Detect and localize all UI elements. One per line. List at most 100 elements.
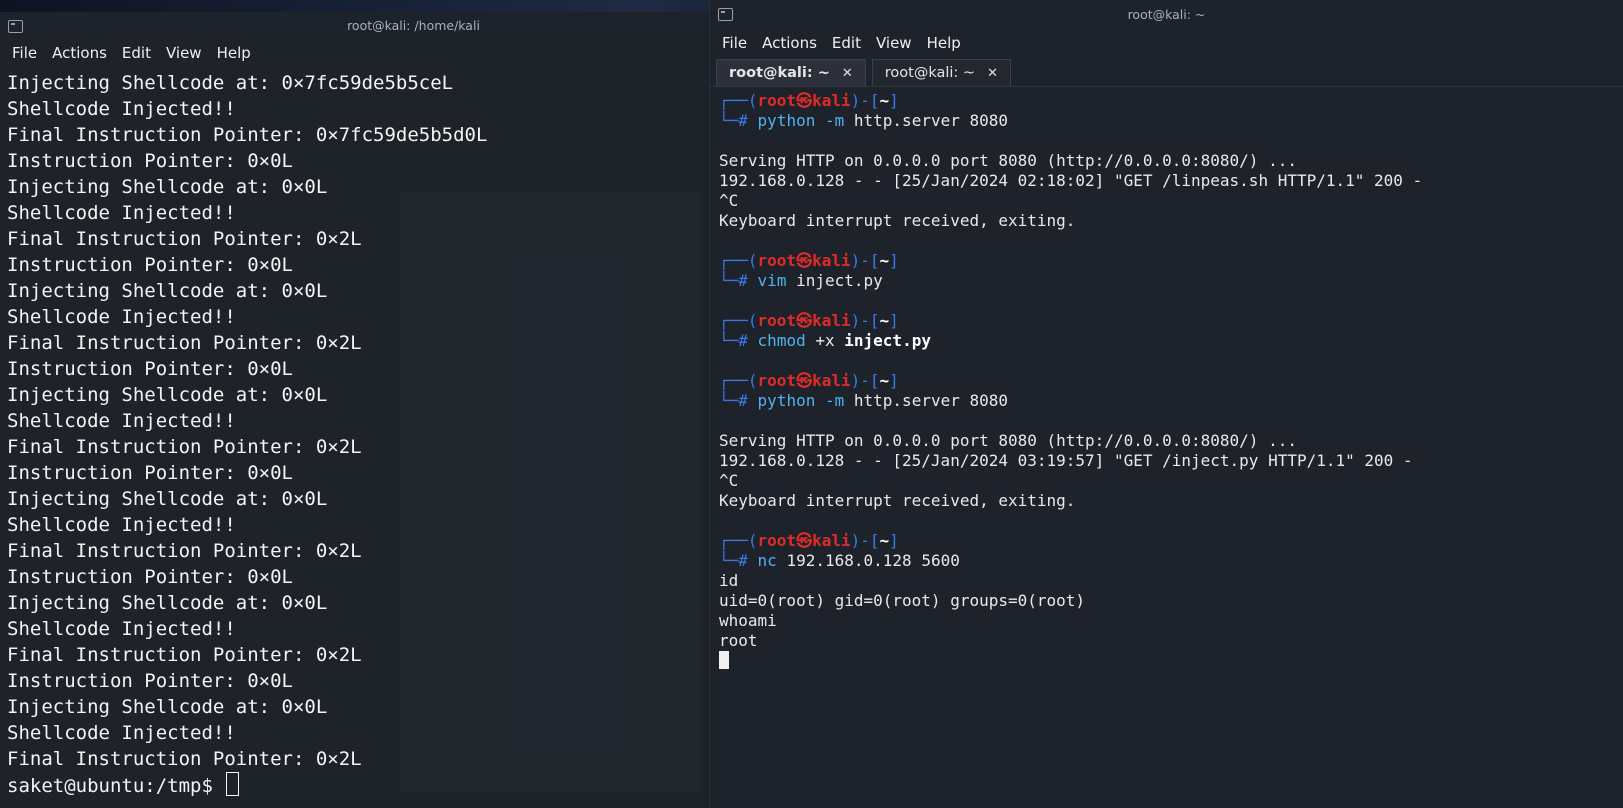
command-args: +x xyxy=(815,331,835,350)
prompt-user: root xyxy=(757,91,797,110)
prompt-corner: └─ xyxy=(719,111,739,130)
prompt-bracket: ] xyxy=(889,371,899,390)
close-icon[interactable]: ✕ xyxy=(987,66,998,81)
prompt-dir: ~ xyxy=(879,311,890,330)
output-line: Keyboard interrupt received, exiting. xyxy=(719,211,1076,230)
shell-prompt: saket@ubuntu:/tmp$ xyxy=(7,775,225,797)
command-flag: -m xyxy=(824,111,845,130)
menu-edit[interactable]: Edit xyxy=(116,44,160,62)
tab-2[interactable]: root@kali: ~ ✕ xyxy=(871,59,1011,86)
right-terminal-output[interactable]: ┌──(root㉿kali)-[~] └─# python -m http.ser… xyxy=(710,87,1623,671)
prompt-line: ┌──(root㉿kali)-[~] xyxy=(719,531,1623,551)
output-line: Serving HTTP on 0.0.0.0 port 8080 (http:… xyxy=(719,431,1297,450)
right-terminal-window[interactable]: root@kali: ~ File Actions Edit View Help… xyxy=(709,0,1623,808)
prompt-at: ㉿ xyxy=(796,251,813,270)
menu-help[interactable]: Help xyxy=(211,44,260,62)
prompt-dir: ~ xyxy=(879,371,890,390)
menu-edit[interactable]: Edit xyxy=(826,34,870,52)
tab-1[interactable]: root@kali: ~ ✕ xyxy=(716,59,866,86)
left-window-title: root@kali: /home/kali xyxy=(347,18,480,33)
command-args: inject.py xyxy=(796,271,883,290)
output-line: 192.168.0.128 - - [25/Jan/2024 02:18:02]… xyxy=(719,171,1423,190)
command-line: └─# chmod +x inject.py xyxy=(719,331,1623,351)
prompt-corner: └─ xyxy=(719,551,739,570)
prompt-bracket: )-[ xyxy=(850,371,880,390)
prompt-corner: └─ xyxy=(719,391,739,410)
command-arg-file: inject.py xyxy=(844,331,931,350)
output-line: whoami xyxy=(719,611,777,630)
prompt-hash: # xyxy=(738,331,748,350)
prompt-bracket: ] xyxy=(889,251,899,270)
output-line: uid=0(root) gid=0(root) groups=0(root) xyxy=(719,591,1086,610)
prompt-bracket: ┌──( xyxy=(719,531,758,550)
prompt-hash: # xyxy=(738,551,748,570)
prompt-line: ┌──(root㉿kali)-[~] xyxy=(719,251,1623,271)
prompt-hash: # xyxy=(738,391,748,410)
text-cursor xyxy=(719,651,729,669)
prompt-line: ┌──(root㉿kali)-[~] xyxy=(719,311,1623,331)
command-name: nc xyxy=(757,551,777,570)
prompt-bracket: )-[ xyxy=(850,311,880,330)
menu-view[interactable]: View xyxy=(870,34,921,52)
output-line: id xyxy=(719,571,739,590)
prompt-hash: # xyxy=(738,111,748,130)
menu-actions[interactable]: Actions xyxy=(46,44,116,62)
prompt-host: kali xyxy=(812,531,851,550)
right-menubar: File Actions Edit View Help xyxy=(710,30,1623,56)
menu-file[interactable]: File xyxy=(6,44,46,62)
menu-view[interactable]: View xyxy=(160,44,211,62)
output-line: ^C xyxy=(719,471,739,490)
prompt-user: root xyxy=(757,251,797,270)
tab-label: root@kali: ~ xyxy=(884,65,976,81)
right-window-title: root@kali: ~ xyxy=(1127,7,1206,22)
output-line: 192.168.0.128 - - [25/Jan/2024 03:19:57]… xyxy=(719,451,1413,470)
prompt-user: root xyxy=(757,531,797,550)
prompt-corner: └─ xyxy=(719,331,739,350)
command-name: python xyxy=(757,391,816,410)
prompt-bracket: ┌──( xyxy=(719,311,758,330)
menu-actions[interactable]: Actions xyxy=(756,34,826,52)
menu-help[interactable]: Help xyxy=(921,34,970,52)
prompt-dir: ~ xyxy=(879,91,890,110)
command-args: http.server 8080 xyxy=(853,111,1009,130)
prompt-user: root xyxy=(757,311,797,330)
output-line: Final Instruction Pointer: 0×7fc59de5b5d… xyxy=(7,124,488,146)
text-cursor xyxy=(226,772,240,796)
prompt-bracket: )-[ xyxy=(850,251,880,270)
command-name: python xyxy=(757,111,816,130)
right-titlebar[interactable]: root@kali: ~ xyxy=(710,0,1623,30)
output-line: Instruction Pointer: 0×0L xyxy=(7,150,293,172)
prompt-hash: # xyxy=(738,271,748,290)
prompt-dir: ~ xyxy=(879,531,890,550)
menu-file[interactable]: File xyxy=(716,34,756,52)
prompt-at: ㉿ xyxy=(796,531,813,550)
command-name: chmod xyxy=(757,331,806,350)
close-icon[interactable]: ✕ xyxy=(842,66,853,81)
left-terminal-window[interactable]: root@kali: /home/kali File Actions Edit … xyxy=(0,12,707,808)
output-line: Keyboard interrupt received, exiting. xyxy=(719,491,1076,510)
prompt-bracket: ┌──( xyxy=(719,371,758,390)
left-titlebar[interactable]: root@kali: /home/kali xyxy=(0,12,707,40)
prompt-bracket: ┌──( xyxy=(719,251,758,270)
command-line: └─# python -m http.server 8080 xyxy=(719,391,1623,411)
prompt-user: root xyxy=(757,371,797,390)
prompt-bracket: )-[ xyxy=(850,91,880,110)
prompt-corner: └─ xyxy=(719,271,739,290)
prompt-at: ㉿ xyxy=(796,311,813,330)
prompt-line: ┌──(root㉿kali)-[~] xyxy=(719,91,1623,111)
prompt-host: kali xyxy=(812,371,851,390)
command-name: vim xyxy=(757,271,787,290)
prompt-bracket: )-[ xyxy=(850,531,880,550)
output-line: ^C xyxy=(719,191,739,210)
command-args: 192.168.0.128 5600 xyxy=(786,551,960,570)
prompt-host: kali xyxy=(812,91,851,110)
cursor-line[interactable] xyxy=(719,651,1623,671)
prompt-bracket: ] xyxy=(889,311,899,330)
tab-bar: root@kali: ~ ✕ root@kali: ~ ✕ xyxy=(710,56,1623,87)
